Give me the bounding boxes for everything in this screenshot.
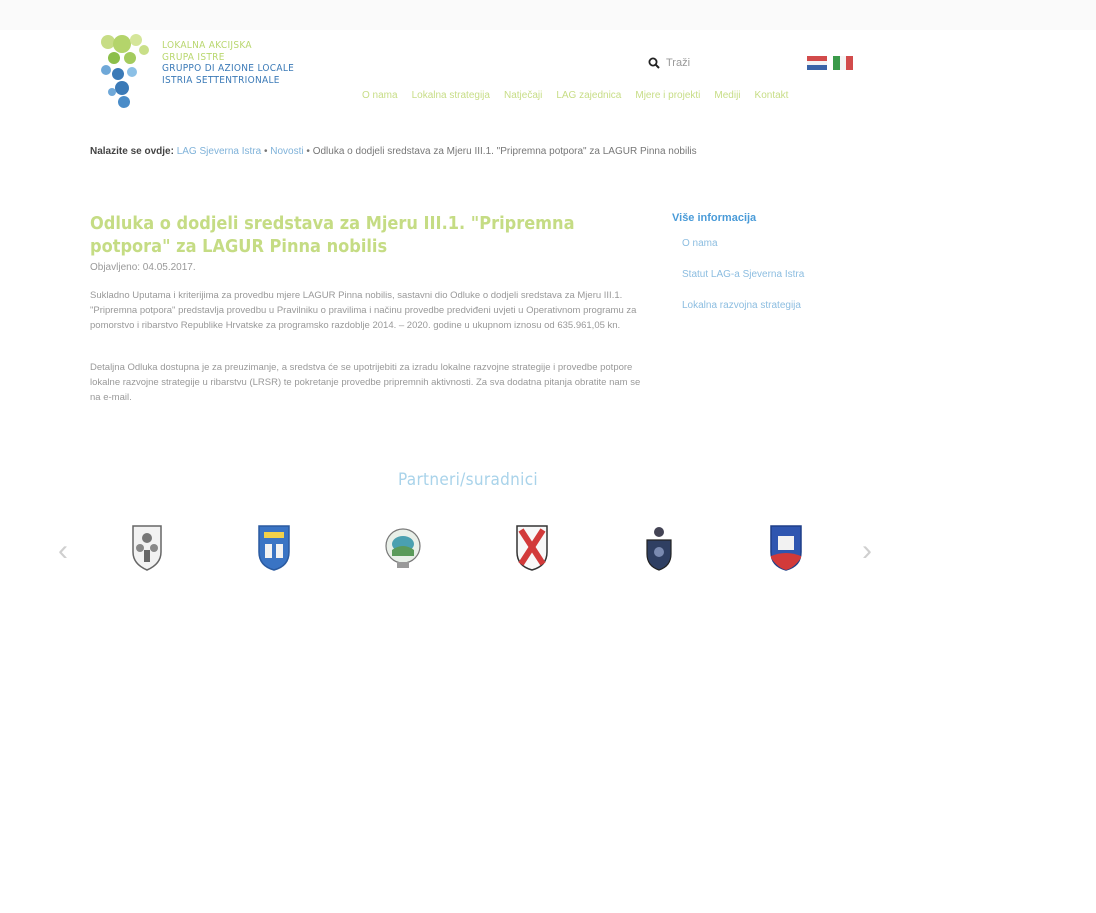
logo-line-4: ISTRIA SETTENTRIONALE [162,74,280,86]
sidebar-link-statut[interactable]: Statut LAG-a Sjeverna Istra [682,269,852,280]
published-date: Objavljeno: 04.05.2017. [90,262,196,273]
site-logo[interactable]: LOKALNA AKCIJSKA GRUPA ISTRE GRUPPO DI A… [96,30,296,110]
logo-text: LOKALNA AKCIJSKA GRUPA ISTRE GRUPPO DI A… [162,40,294,86]
language-switcher [807,56,854,71]
it-flag-icon[interactable] [833,56,854,70]
nav-item-zajednica[interactable]: LAG zajednica [556,90,621,101]
article-paragraph-2: Detaljna Odluka dostupna je za preuziman… [90,362,641,403]
carousel-next-button[interactable]: › [862,534,872,568]
main-nav: O nama Lokalna strategija Natječaji LAG … [362,90,788,101]
breadcrumb-separator: • [263,146,268,157]
sidebar-title: Više informacija [672,212,757,224]
sidebar-link-o-nama[interactable]: O nama [682,238,852,249]
logo-tree-icon [101,34,149,108]
nav-item-kontakt[interactable]: Kontakt [755,90,789,101]
partner-crest-2-icon[interactable] [254,522,294,572]
partners-title: Partneri/suradnici [398,470,538,490]
breadcrumb-home-link[interactable]: LAG Sjeverna Istra [177,146,261,157]
hr-flag-icon[interactable] [807,56,827,71]
logo-line-3: GRUPPO DI AZIONE LOCALE [162,63,295,74]
partner-crest-5-icon[interactable] [639,522,679,572]
breadcrumb: Nalazite se ovdje: LAG Sjeverna Istra • … [90,146,697,157]
breadcrumb-label: Nalazite se ovdje: [90,146,174,157]
partner-crest-1-icon[interactable] [127,522,167,572]
search-icon[interactable] [648,57,660,69]
partner-crest-4-icon[interactable] [512,522,552,572]
nav-item-o-nama[interactable]: O nama [362,90,398,101]
search-label[interactable]: Traži [666,57,690,69]
sidebar: Više informacija O nama Statut LAG-a Sje… [672,212,852,331]
nav-item-natjecaji[interactable]: Natječaji [504,90,542,101]
breadcrumb-section-link[interactable]: Novosti [270,146,303,157]
partner-crest-3-icon[interactable] [383,522,423,572]
search-box[interactable]: Traži [648,54,690,72]
logo-line-2: GRUPA ISTRE [162,51,225,63]
sidebar-link-strategija[interactable]: Lokalna razvojna strategija [682,300,852,311]
breadcrumb-separator: • [306,146,310,157]
nav-item-strategija[interactable]: Lokalna strategija [412,90,490,101]
breadcrumb-current: Odluka o dodjeli sredstava za Mjeru III.… [312,146,697,157]
page-title: Odluka o dodjeli sredstava za Mjeru III.… [90,213,575,257]
partner-crest-6-icon[interactable] [766,522,806,572]
logo-line-1: LOKALNA AKCIJSKA [162,40,252,51]
carousel-prev-button[interactable]: ‹ [58,534,68,568]
nav-item-mediji[interactable]: Mediji [714,90,740,101]
nav-item-projekti[interactable]: Mjere i projekti [635,90,700,101]
top-bar [0,0,1096,30]
article-paragraph-1: Sukladno Uputama i kriterijima za proved… [90,290,637,331]
